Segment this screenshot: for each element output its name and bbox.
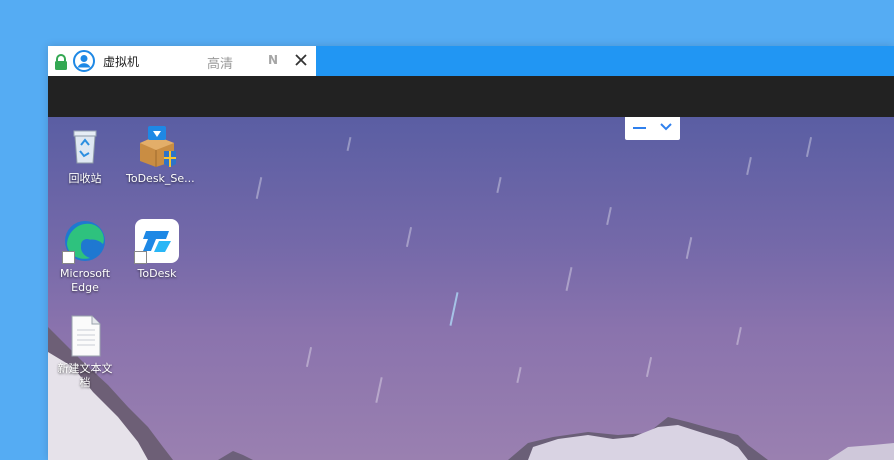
desktop-icon-todesk-setup[interactable]: ToDesk_Se... xyxy=(126,123,195,186)
minimize-icon[interactable] xyxy=(633,127,646,129)
session-tab[interactable]: 虚拟机 高清 N xyxy=(48,46,316,76)
desktop-icon-new-text-document[interactable]: 新建文本文档 xyxy=(54,313,116,390)
remote-toolbar xyxy=(48,76,894,117)
desktop-icon-label: Microsoft Edge xyxy=(59,267,111,294)
close-icon[interactable] xyxy=(295,54,307,66)
remote-desktop[interactable]: 回收站 ToDesk_Se... Microsoft Edge ToDesk 新… xyxy=(48,117,894,460)
recycle-bin-icon xyxy=(62,123,108,169)
network-indicator: N xyxy=(268,53,279,67)
chevron-down-icon[interactable] xyxy=(660,122,672,132)
quality-indicator[interactable]: 高清 xyxy=(207,53,233,72)
remote-desktop-window: 虚拟机 高清 N 回收站 ToDesk_Se... Microsoft Edge… xyxy=(48,46,894,460)
floating-control xyxy=(625,117,680,140)
edge-icon xyxy=(62,218,108,264)
desktop-icon-label: 回收站 xyxy=(68,172,102,185)
todesk-icon xyxy=(134,218,180,264)
text-document-icon xyxy=(62,313,108,359)
avatar-icon xyxy=(73,50,95,72)
desktop-icon-edge[interactable]: Microsoft Edge xyxy=(54,218,116,295)
desktop-icon-recycle-bin[interactable]: 回收站 xyxy=(54,123,116,186)
shortcut-arrow-icon xyxy=(62,251,75,264)
desktop-icon-label: ToDesk xyxy=(137,267,177,280)
session-title: 虚拟机 xyxy=(103,55,140,69)
desktop-icon-label: ToDesk_Se... xyxy=(126,172,195,185)
shortcut-arrow-icon xyxy=(134,251,147,264)
desktop-icon-todesk[interactable]: ToDesk xyxy=(126,218,188,281)
lock-icon xyxy=(55,54,67,70)
desktop-icon-label: 新建文本文档 xyxy=(57,362,113,389)
installer-box-icon xyxy=(134,123,180,169)
